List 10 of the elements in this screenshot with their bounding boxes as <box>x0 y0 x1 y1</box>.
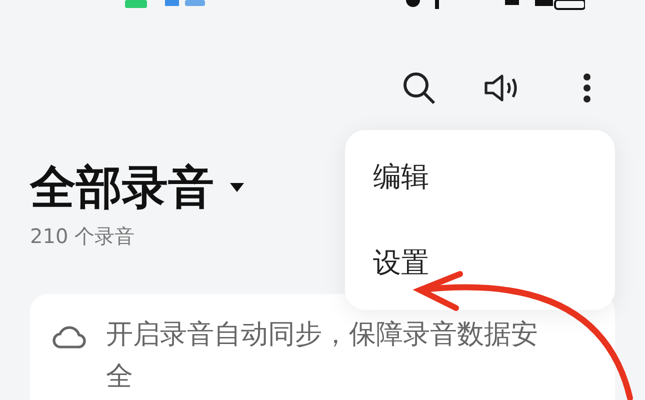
sync-card[interactable]: 开启录音自动同步，保障录音数据安全 <box>30 294 615 400</box>
recording-count: 210 个录音 <box>30 223 136 250</box>
search-icon <box>402 71 436 105</box>
dropdown-caret-icon[interactable] <box>230 183 244 192</box>
more-icon <box>583 73 591 103</box>
page-title: 全部录音 <box>30 160 214 216</box>
menu-item[interactable]: 设置 <box>345 236 615 290</box>
menu-item[interactable]: 编辑 <box>345 150 615 204</box>
sync-prompt-text: 开启录音自动同步，保障录音数据安全 <box>106 318 539 394</box>
cloud-icon <box>52 324 86 350</box>
